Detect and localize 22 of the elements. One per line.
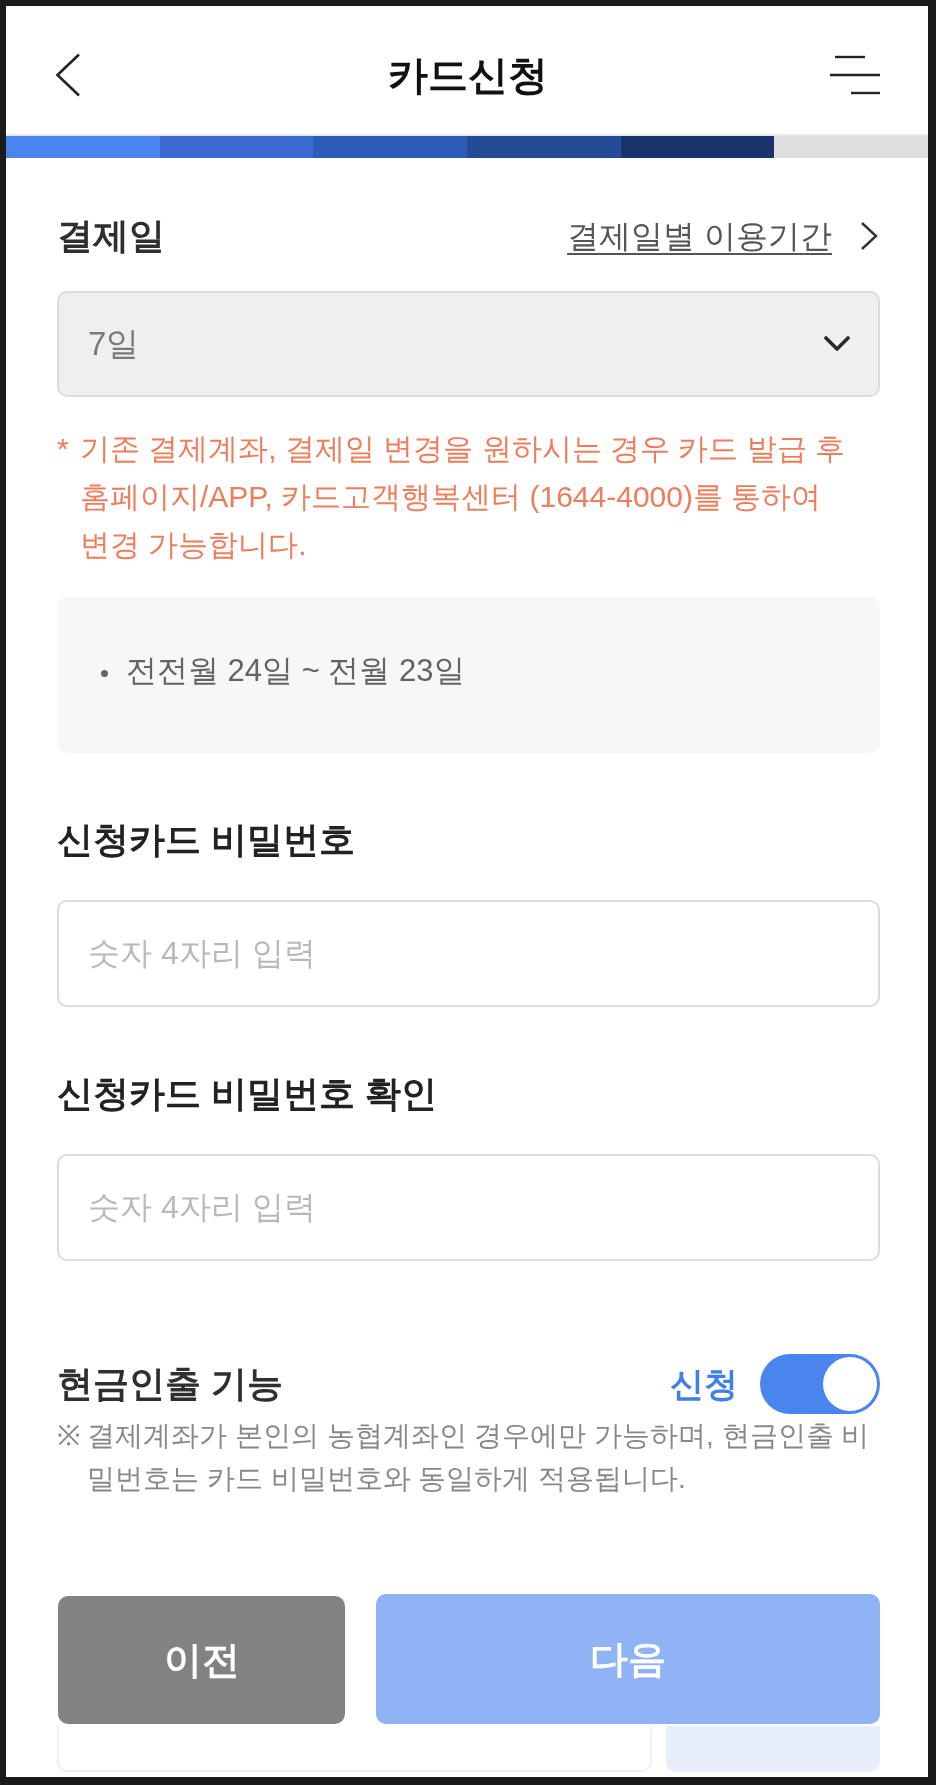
section-label: 결제일 [57,214,165,258]
input-field[interactable]: 숫자 4자리 입력 [57,900,880,1007]
select-field[interactable]: 7일 [57,291,880,397]
page-title: 카드신청 [387,52,548,99]
menu-icon[interactable] [830,55,880,95]
back-icon[interactable] [55,53,81,97]
bullet-icon [101,669,108,677]
toggle-label: 신청 [670,1364,738,1405]
field-label: 신청카드 비밀번호 확인 [57,1072,438,1116]
footer-button[interactable]: 이전 [58,1596,345,1724]
input-field[interactable]: 숫자 4자리 입력 [57,1154,880,1261]
notice-text: 기존 결제계좌, 결제일 변경을 원하시는 경우 카드 발급 후 홈페이지/APP, 카드고객행복센터 (1644-4000)를 통하여 변경 가능합니다. [80,431,846,563]
chevron-down-icon [824,336,850,352]
section-label: 현금인출 기능 [57,1362,283,1406]
field-label: 신청카드 비밀번호 [57,818,356,862]
period-text: 전전월 24일 ~ 전월 23일 [126,652,465,690]
toggle-switch[interactable] [760,1354,880,1414]
note-text: 결제계좌가 본인의 농협계좌인 경우에만 가능하며, 현금인출 비밀번호는 카드 비밀번호와 동일하게 적용됩니다. [87,1419,871,1496]
period-link[interactable]: 결제일별 이용기간 [567,215,832,257]
chevron-right-icon[interactable] [860,221,878,251]
asterisk-mark: * [57,431,70,467]
reference-mark: ※ [57,1419,81,1453]
